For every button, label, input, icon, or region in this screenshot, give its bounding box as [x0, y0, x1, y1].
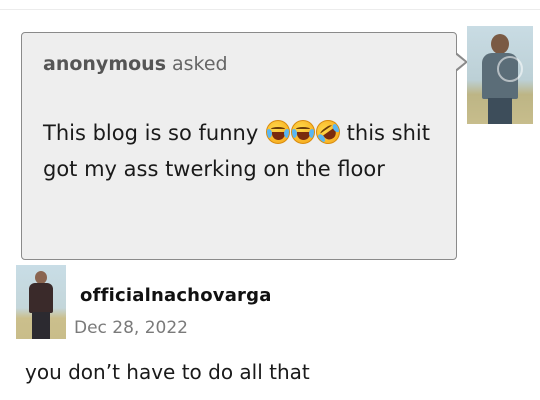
asker-name[interactable]: anonymous — [43, 53, 166, 75]
answerer-username[interactable]: officialnachovarga — [80, 285, 272, 306]
asker-avatar[interactable] — [467, 26, 533, 124]
answer-text: you don’t have to do all that — [25, 360, 310, 384]
answerer-avatar[interactable] — [16, 265, 66, 339]
bubble-pointer-fill — [455, 54, 465, 70]
question-text: This blog is so funny this shit got my a… — [43, 115, 443, 187]
question-part-1: This blog is so funny — [43, 121, 259, 145]
ask-bubble: anonymous asked This blog is so funny thi… — [21, 32, 457, 260]
asker-line: anonymous asked — [43, 53, 228, 75]
asker-verb: asked — [172, 53, 228, 75]
rolling-on-the-floor-laughing-icon — [311, 115, 345, 149]
post-date: Dec 28, 2022 — [74, 318, 189, 338]
top-divider — [0, 9, 540, 10]
face-with-tears-of-joy-icon — [265, 120, 290, 144]
face-with-tears-of-joy-icon — [290, 120, 315, 144]
